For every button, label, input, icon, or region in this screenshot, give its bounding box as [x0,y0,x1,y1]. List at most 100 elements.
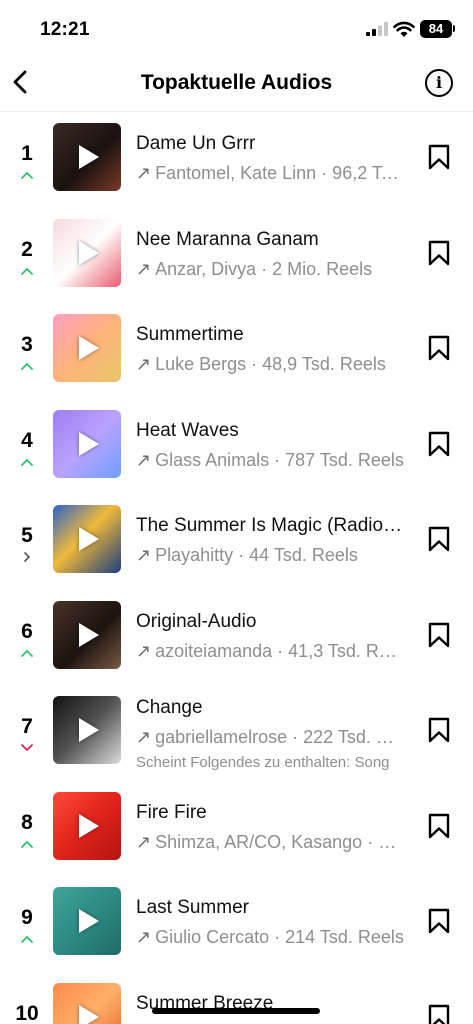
audio-meta: ↗ Giulio Cercato · 214 Tsd. Reels [136,927,406,948]
wifi-icon [393,21,415,37]
audio-extra: Scheint Folgendes zu enthalten: Song [136,754,390,771]
audio-info[interactable]: Last Summer ↗ Giulio Cercato · 214 Tsd. R… [136,897,406,948]
trend-up-icon [21,171,33,179]
arrow-up-right-icon: ↗ [136,831,152,852]
audio-thumbnail[interactable] [53,982,121,1024]
arrow-up-right-icon: ↗ [136,163,152,183]
arrow-up-right-icon: ↗ [136,727,152,747]
arrow-up-right-icon: ↗ [136,545,152,565]
audio-meta-text: Anzar, Divya · 2 Mio. Reels [155,258,373,279]
bookmark-icon[interactable] [428,813,450,839]
bookmark-icon[interactable] [428,526,450,552]
audio-meta: ↗ azoiteiamanda · 41,3 Tsd. Reels [136,641,406,662]
header: Topaktuelle Audios i [0,54,473,112]
rank-number: 4 [21,428,33,452]
trend-same-icon [24,552,31,562]
audio-meta-text: azoiteiamanda · 41,3 Tsd. Reels [155,640,406,661]
audio-thumbnail[interactable] [53,409,121,478]
audio-row[interactable]: 6 Original-Audio ↗ azoiteiamanda · 41,3 T… [0,590,473,686]
bookmark-icon[interactable] [428,622,450,648]
audio-meta-text: gabriellamelrose · 222 Tsd. Reels [155,727,406,747]
arrow-up-right-icon: ↗ [136,354,152,374]
audio-thumbnail[interactable] [53,123,121,191]
play-icon[interactable] [79,813,99,838]
audio-thumbnail[interactable] [53,791,121,860]
audio-info[interactable]: The Summer Is Magic (Radio Edit) ↗ Playah… [136,515,406,566]
audio-row[interactable]: 2 Nee Maranna Ganam ↗ Anzar, Divya · 2 Mi… [0,208,473,304]
play-icon[interactable] [79,431,99,456]
audio-thumbnail[interactable] [53,696,121,764]
play-icon[interactable] [79,527,99,551]
audio-info[interactable]: Original-Audio ↗ azoiteiamanda · 41,3 Tsd… [136,611,406,662]
audio-thumbnail[interactable] [53,600,121,669]
info-icon[interactable]: i [425,69,453,97]
bookmark-icon[interactable] [428,717,450,743]
audio-row[interactable]: 5 The Summer Is Magic (Radio Edit) ↗ Play… [0,494,473,590]
rank-number: 5 [21,524,33,547]
audio-meta: ↗ Playahitty · 44 Tsd. Reels [136,545,406,566]
play-icon[interactable] [79,718,99,742]
audio-info[interactable]: Heat Waves ↗ Glass Animals · 787 Tsd. Ree… [136,420,406,471]
audio-meta-text: Glass Animals · 787 Tsd. Reels [155,449,404,470]
audio-title: Last Summer [136,897,249,918]
audio-thumbnail[interactable] [53,505,121,573]
bookmark-icon[interactable] [428,144,450,170]
audio-info[interactable]: Change ↗ gabriellamelrose · 222 Tsd. Reel… [136,697,406,771]
status-time: 12:21 [40,19,90,40]
bookmark-icon[interactable] [428,240,450,266]
audio-title: Change [136,697,203,718]
trend-up-icon [21,649,33,657]
rank-number: 6 [21,619,33,643]
play-icon[interactable] [79,240,99,265]
audio-row[interactable]: 10 Summer Breeze [0,972,473,1024]
audio-thumbnail[interactable] [53,887,121,955]
audio-row[interactable]: 8 Fire Fire ↗ Shimza, AR/CO, Kasango · 20… [0,781,473,877]
audio-row[interactable]: 9 Last Summer ↗ Giulio Cercato · 214 Tsd.… [0,876,473,972]
rank-number: 10 [15,1001,39,1024]
audio-meta: ↗Fantomel, Kate Linn · 96,2 Tsd. Reels [136,163,406,184]
audio-title: Fire Fire [136,801,207,823]
bookmark-icon[interactable] [428,335,450,361]
audio-row[interactable]: 1 Dame Un Grrr ↗ Fantomel, Kate Linn · 96… [0,112,473,208]
rank-number: 1 [21,142,33,165]
audio-meta: ↗Shimza, AR/CO, Kasango · 20 Tsd. Reels [136,832,406,853]
bookmark-icon[interactable] [428,431,450,457]
rank-number: 7 [21,715,33,738]
play-icon[interactable] [79,336,99,360]
play-icon[interactable] [79,909,99,933]
audio-row[interactable]: 7 Change ↗ gabriellamelrose · 222 Tsd. Re… [0,685,473,781]
audio-info[interactable]: Nee Maranna Ganam ↗ Anzar, Divya · 2 Mio.… [136,229,406,280]
audio-thumbnail[interactable] [53,218,121,287]
trend-up-icon [21,935,33,943]
rank-number: 3 [21,333,33,356]
trend-up-icon [21,840,33,848]
play-icon[interactable] [79,145,99,169]
audio-info[interactable]: Fire Fire ↗Shimza, AR/CO, Kasango · 20 T… [136,802,406,853]
play-icon[interactable] [79,1004,99,1024]
audio-list: 1 Dame Un Grrr ↗ Fantomel, Kate Linn · 96… [0,112,473,1024]
trend-up-icon [21,267,33,275]
audio-meta-text: Shimza, AR/CO, Kasango · 20 Tsd. Reels [155,831,406,852]
audio-meta: ↗ gabriellamelrose · 222 Tsd. Reels [136,727,406,748]
audio-row[interactable]: 4 Heat Waves ↗ Glass Animals · 787 Tsd. R… [0,399,473,495]
audio-title: Summertime [136,324,244,345]
rank-number: 9 [21,906,33,929]
audio-title: Dame Un Grrr [136,133,256,154]
cellular-signal-icon [366,22,388,36]
audio-info[interactable]: Summertime ↗ Luke Bergs · 48,9 Tsd. Reels [136,324,406,375]
bookmark-icon[interactable] [428,1004,450,1024]
battery-icon: 84 [420,20,452,38]
trend-up-icon [21,458,33,466]
arrow-up-right-icon: ↗ [136,927,152,947]
audio-row[interactable]: 3 Summertime ↗ Luke Bergs · 48,9 Tsd. Ree… [0,303,473,399]
audio-title: Original-Audio [136,610,257,632]
battery-tip [453,25,455,32]
bookmark-icon[interactable] [428,908,450,934]
play-icon[interactable] [79,622,99,647]
audio-meta: ↗ Anzar, Divya · 2 Mio. Reels [136,259,406,280]
arrow-up-right-icon: ↗ [136,449,152,470]
audio-thumbnail[interactable] [53,314,121,382]
rank-number: 8 [21,810,33,834]
audio-info[interactable]: Dame Un Grrr ↗ Fantomel, Kate Linn · 96,2… [136,133,406,184]
home-indicator[interactable] [152,1008,320,1014]
